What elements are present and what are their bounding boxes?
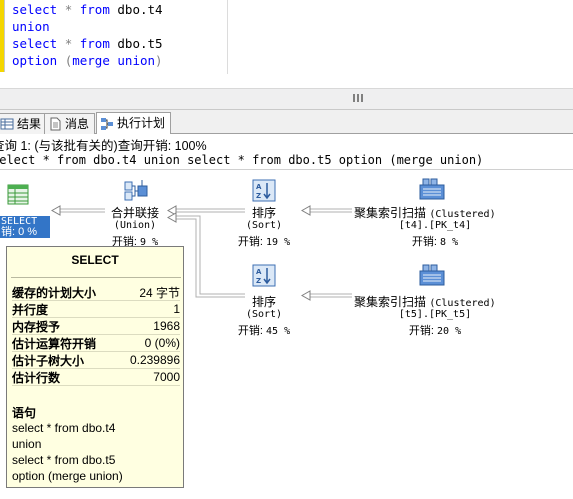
merge-join-icon[interactable] [123,178,148,201]
sort-bottom-name: 排序 [251,295,276,309]
select-node-selected[interactable]: SELECT 销: 0 % [0,216,50,238]
select-node-cost: 销: 0 % [1,226,38,238]
result-tabs: 结果 消息 执行计划 [0,110,573,134]
cost-value: 19 % [266,237,291,248]
operator-tooltip: SELECT 缓存的计划大小 24 字节 并行度 1 内存授予 1968 估计运算符开… [6,246,184,488]
svg-text:A: A [256,268,262,276]
statement-line: select * from dbo.t5 [12,453,116,467]
clustered-index-scan-icon[interactable] [419,177,445,200]
tooltip-row: 估计行数 7000 [12,369,180,386]
grid-icon [0,117,14,131]
scan-type: (Clustered) [429,209,496,220]
keyword: from [79,2,110,17]
pane-splitter[interactable] [0,88,573,110]
tooltip-key: 估计行数 [12,370,61,385]
scan-top-cost: 开销: 8 % [398,233,472,249]
execution-plan-icon [100,117,114,131]
keyword: option [12,53,58,68]
tooltip-value: 0.239896 [129,353,180,367]
tab-messages[interactable]: 消息 [44,113,96,134]
cost-label: 开销: [237,325,263,337]
tooltip-row: 并行度 1 [12,301,180,318]
tooltip-value: 1968 [153,319,180,333]
code-line-4[interactable]: option (merge union) [12,52,163,69]
operator: * [64,36,73,51]
cost-value: 20 % [437,326,462,337]
statement-line: union [12,437,42,451]
svg-text:Z: Z [256,277,261,285]
tooltip-title: SELECT [71,253,119,267]
sql-editor[interactable]: select * from dbo.t4 union select * from… [0,0,573,88]
tooltip-value: 1 [173,302,180,316]
identifier: dbo.t5 [117,36,163,51]
statement-line: option (merge union) [12,469,123,483]
tab-label: 结果 [17,116,42,131]
tooltip-row: 估计子树大小 0.239896 [12,352,180,369]
operator: * [64,2,73,17]
scan-type: (Clustered) [429,298,496,309]
tooltip-row: 估计运算符开销 0 (0%) [12,335,180,352]
keyword: select [12,36,58,51]
sort-top-name: 排序 [251,206,276,220]
merge-join-name: 合并联接 [110,206,159,220]
gutter-border [4,0,5,72]
tab-results[interactable]: 结果 [0,113,48,134]
sort-bottom-type: (Sort) [245,309,283,320]
sort-icon[interactable]: AZ [252,264,276,287]
sort-top-cost: 开销: 19 % [227,233,301,249]
cost-label: 开销: [411,236,437,248]
splitter-grip-icon[interactable] [353,94,363,102]
code-line-1[interactable]: select * from dbo.t4 [12,1,163,18]
tooltip-key: 估计运算符开销 [12,336,97,351]
scan-bottom-cost: 开销: 20 % [398,322,472,338]
tooltip-key: 并行度 [12,302,49,317]
tooltip-value: 24 字节 [139,285,180,300]
identifier: dbo.t4 [117,2,163,17]
tooltip-row: 内存授予 1968 [12,318,180,335]
keyword: union [12,19,50,34]
code-line-3[interactable]: select * from dbo.t5 [12,35,163,52]
scan-name: 聚集索引扫描 [354,206,427,220]
tab-label: 执行计划 [117,116,166,130]
scan-top-name: 聚集索引扫描 (Clustered) [354,204,496,221]
scan-name: 聚集索引扫描 [354,295,427,309]
code-line-2[interactable]: union [12,18,50,35]
scan-bottom-object: [t5].[PK_t5] [398,309,472,320]
cost-value: 8 % [440,237,459,248]
cost-label: 开销: [237,236,263,248]
sort-bottom-cost: 开销: 45 % [227,322,301,338]
tooltip-divider [11,277,181,278]
tooltip-key: 估计子树大小 [12,353,85,368]
keyword: select [12,2,58,17]
document-icon [48,117,62,131]
scan-bottom-name: 聚集索引扫描 (Clustered) [354,293,496,310]
scan-top-object: [t4].[PK_t4] [398,220,472,231]
tooltip-value: 7000 [153,370,180,384]
operator: ) [155,53,163,68]
tab-label: 消息 [65,116,90,131]
sort-icon[interactable]: AZ [252,179,276,202]
clustered-index-scan-icon[interactable] [419,263,445,286]
tooltip-row: 缓存的计划大小 24 字节 [12,284,180,301]
tooltip-key: 内存授予 [12,319,61,334]
svg-text:A: A [256,183,262,191]
svg-text:Z: Z [256,192,261,200]
sort-top-type: (Sort) [245,220,283,231]
statement-line: select * from dbo.t4 [12,421,116,435]
tooltip-key: 缓存的计划大小 [12,285,97,300]
statement-title: 语句 [12,406,37,420]
keyword: from [79,36,110,51]
keyword: merge [72,53,110,68]
tab-execution-plan[interactable]: 执行计划 [96,112,172,134]
keyword: union [117,53,156,68]
cost-value: 45 % [266,326,291,337]
select-result-icon[interactable] [6,183,30,205]
tooltip-value: 0 (0%) [144,336,180,350]
merge-join-type: (Union) [113,220,157,231]
cost-label: 开销: [408,325,434,337]
